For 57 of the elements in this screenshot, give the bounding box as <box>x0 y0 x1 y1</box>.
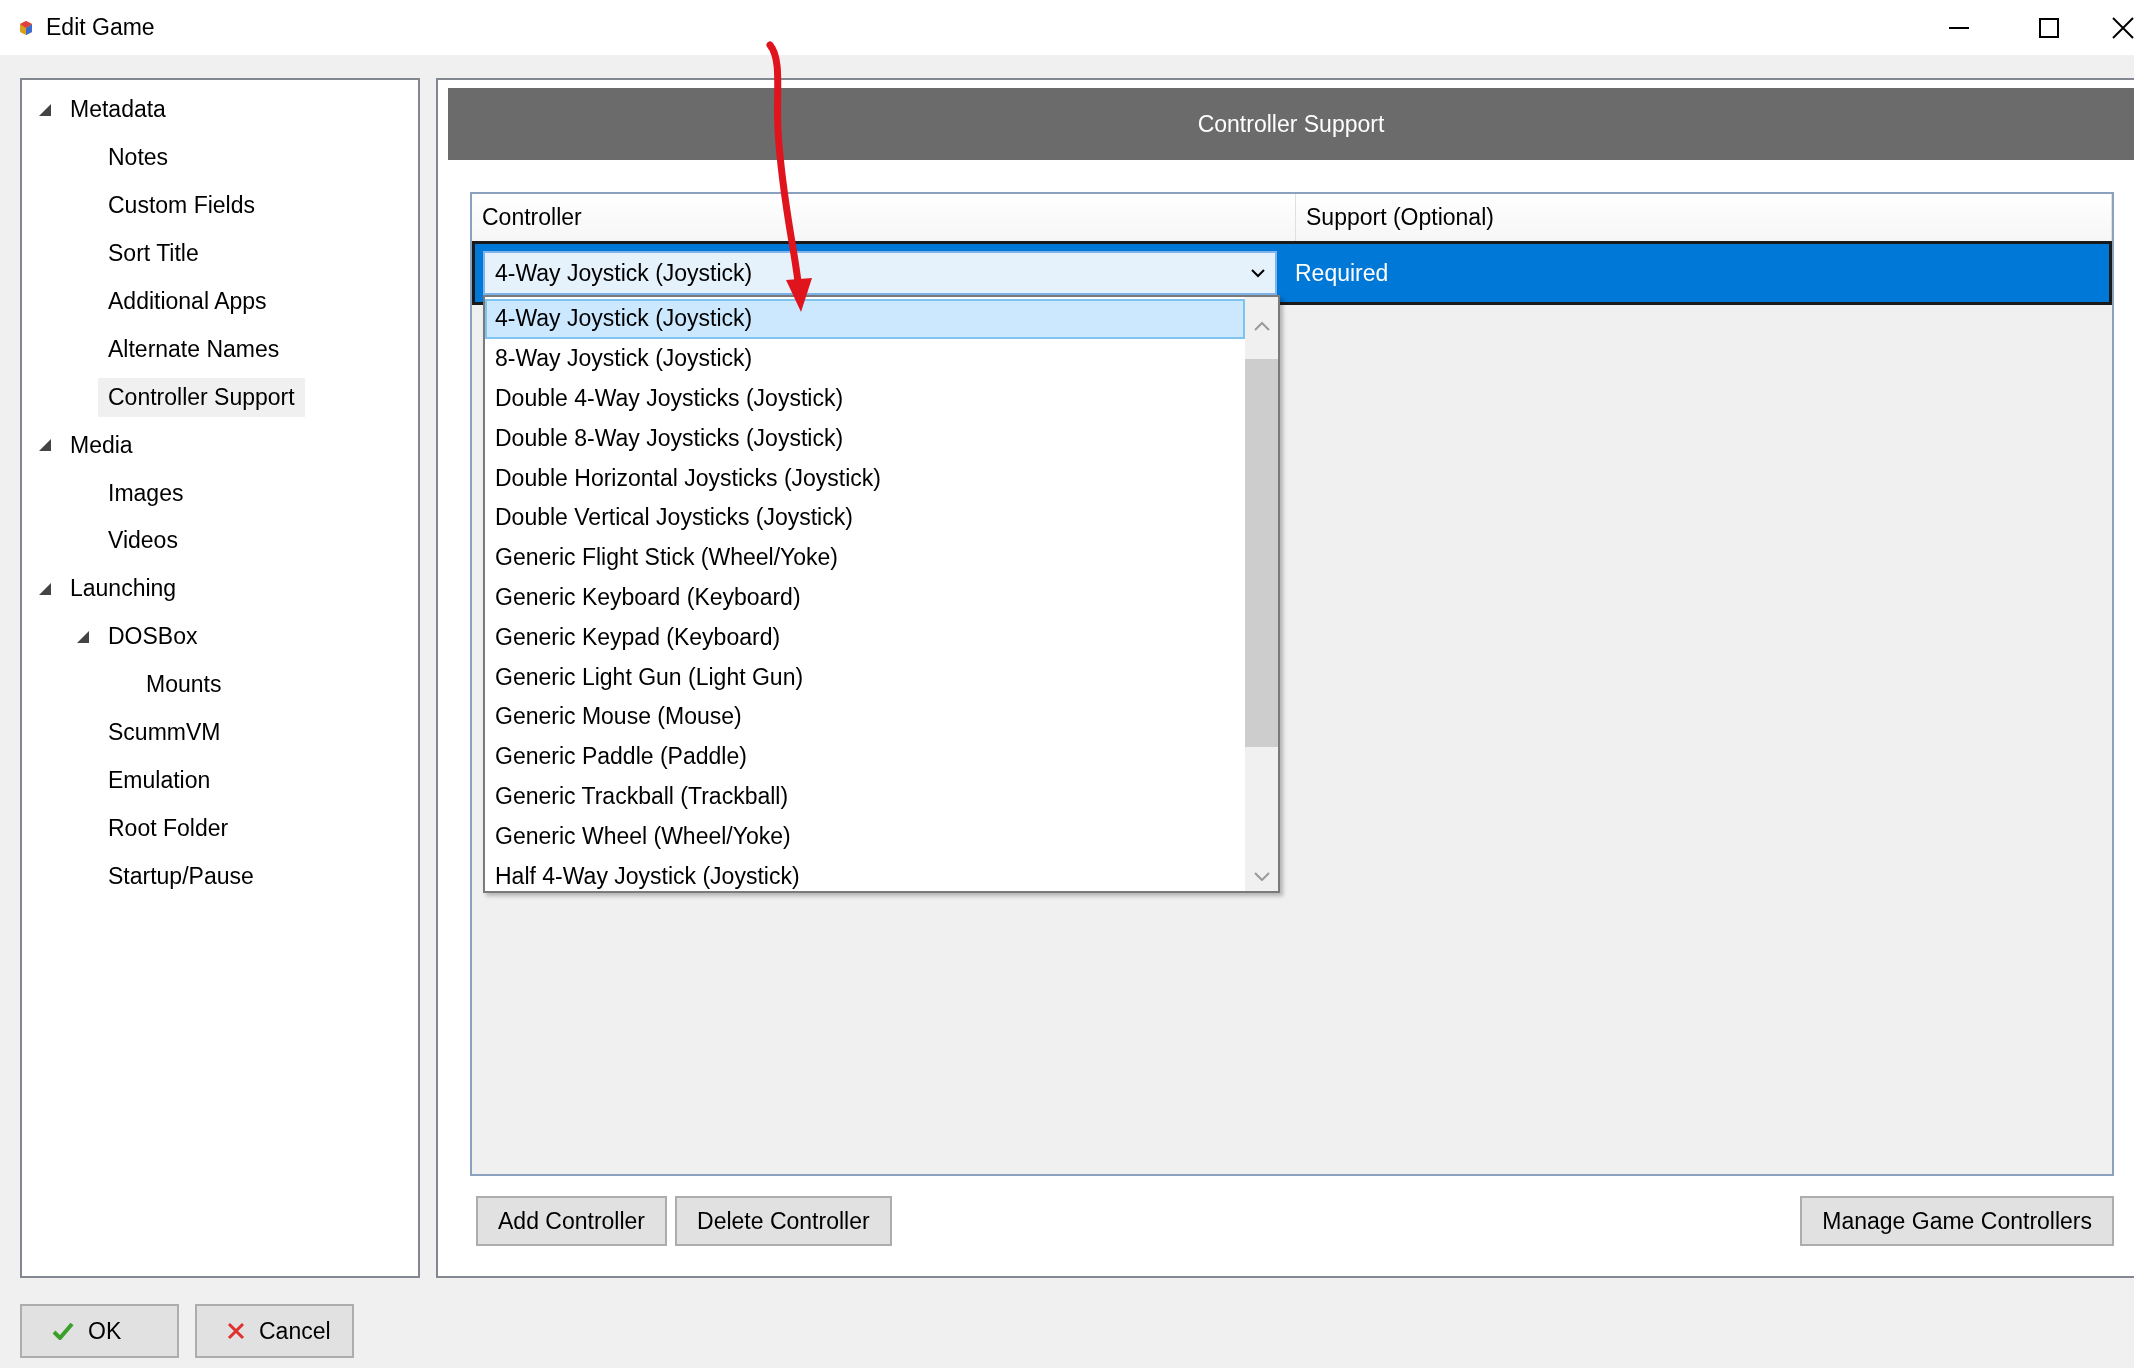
dropdown-option[interactable]: Double Horizontal Joysticks (Joystick) <box>485 458 1245 498</box>
minimize-icon[interactable] <box>1949 26 1969 29</box>
dropdown-option[interactable]: Generic Mouse (Mouse) <box>485 696 1245 737</box>
tree-item[interactable]: Videos <box>98 521 188 561</box>
action-button[interactable]: Add Controller <box>476 1196 668 1246</box>
tree-item[interactable]: Emulation <box>98 760 221 800</box>
dropdown-option[interactable]: Half 4-Way Joystick (Joystick) <box>485 856 1245 896</box>
chevron-down-icon <box>1251 268 1265 278</box>
tree-item[interactable]: Mounts <box>136 665 232 705</box>
section-title: Controller Support <box>1197 110 1385 138</box>
close-icon[interactable] <box>2112 16 2134 39</box>
tree-item[interactable]: Images <box>98 473 194 513</box>
dialog-button[interactable]: OK <box>20 1304 179 1358</box>
dropdown-option[interactable]: Generic Light Gun (Light Gun) <box>485 657 1245 697</box>
tree-item[interactable]: ScummVM <box>98 713 231 752</box>
tree-item[interactable]: Notes <box>98 138 179 178</box>
column-header[interactable]: Controller <box>472 194 1296 241</box>
scrollbar-thumb[interactable] <box>1245 359 1278 747</box>
maximize-icon[interactable] <box>2039 17 2059 38</box>
action-button[interactable]: Delete Controller <box>675 1196 892 1246</box>
tree-item[interactable]: Alternate Names <box>98 329 290 369</box>
tree-item[interactable]: Metadata <box>60 90 176 130</box>
dropdown-option[interactable]: Generic Keyboard (Keyboard) <box>485 577 1245 618</box>
dropdown-option[interactable]: Generic Trackball (Trackball) <box>485 776 1245 817</box>
dialog-button[interactable]: Cancel <box>195 1304 354 1358</box>
tree-item[interactable]: Sort Title <box>98 234 209 274</box>
tree-item[interactable]: Startup/Pause <box>98 856 264 896</box>
scrollbar[interactable] <box>1245 297 1278 891</box>
dropdown-option[interactable]: Double 4-Way Joysticks (Joystick) <box>485 378 1245 419</box>
expander-icon[interactable] <box>76 629 90 644</box>
expander-icon[interactable] <box>38 438 52 453</box>
tree-item[interactable]: Controller Support <box>98 377 305 417</box>
dropdown-option[interactable]: Generic Keypad (Keyboard) <box>485 617 1245 658</box>
dropdown-option[interactable]: Generic Flight Stick (Wheel/Yoke) <box>485 537 1245 578</box>
tree-item[interactable]: Launching <box>60 569 187 609</box>
expander-icon[interactable] <box>38 102 52 117</box>
dropdown-option[interactable]: Double 8-Way Joysticks (Joystick) <box>485 418 1245 459</box>
table-cell-text: Required <box>1294 258 1390 288</box>
dropdown-option[interactable]: Generic Wheel (Wheel/Yoke) <box>485 816 1245 857</box>
checkmark-icon <box>52 1322 74 1340</box>
dropdown-option[interactable]: Double Vertical Joysticks (Joystick) <box>485 498 1245 538</box>
dropdown-option[interactable]: Generic Paddle (Paddle) <box>485 736 1245 777</box>
table-row[interactable]: 4-Way Joystick (Joystick) Required <box>472 241 2112 305</box>
tree-item[interactable]: Additional Apps <box>98 282 277 321</box>
tree-item[interactable]: DOSBox <box>98 617 208 657</box>
column-header[interactable]: Support (Optional) <box>1296 194 2112 241</box>
dropdown-option[interactable]: 4-Way Joystick (Joystick) <box>485 299 1245 339</box>
cross-icon <box>227 1322 245 1340</box>
tree-item[interactable]: Custom Fields <box>98 186 265 226</box>
dropdown-option[interactable]: 8-Way Joystick (Joystick) <box>485 338 1245 379</box>
tree-item[interactable]: Media <box>60 425 143 465</box>
app-icon <box>18 19 34 36</box>
window-title: Edit Game <box>46 14 155 41</box>
expander-icon[interactable] <box>38 581 52 596</box>
controller-dropdown[interactable]: 4-Way Joystick (Joystick) <box>483 251 1277 295</box>
tree-item[interactable]: Root Folder <box>98 808 239 848</box>
manage-button[interactable]: Manage Game Controllers <box>1800 1196 2114 1246</box>
